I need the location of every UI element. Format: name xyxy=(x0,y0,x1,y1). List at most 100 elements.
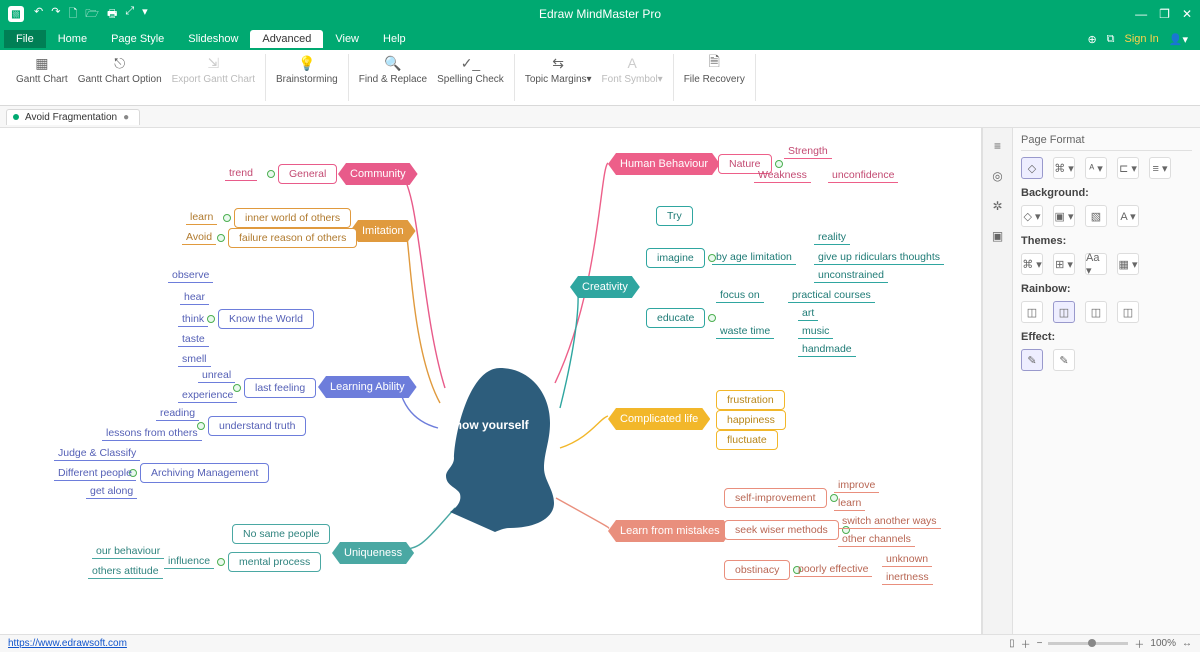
close-window-button[interactable]: ✕ xyxy=(1182,7,1192,21)
fit-page-button[interactable]: ↔ xyxy=(1182,638,1192,649)
central-topic[interactable]: Know yourself xyxy=(430,363,560,533)
node-unreal[interactable]: unreal xyxy=(198,368,235,383)
branch-uniqueness[interactable]: Uniqueness xyxy=(332,542,414,564)
zoom-in-button[interactable]: ＋ xyxy=(1134,636,1144,651)
node-focus-on[interactable]: focus on xyxy=(716,288,764,303)
node-taste[interactable]: taste xyxy=(178,332,209,347)
node-unknown[interactable]: unknown xyxy=(882,552,932,567)
share-icon[interactable]: ⊕ xyxy=(1087,33,1096,46)
node-seek-wiser[interactable]: seek wiser methods xyxy=(724,520,839,540)
node-last-feeling[interactable]: last feeling xyxy=(244,378,316,398)
gantt-chart-button[interactable]: ▦Gantt Chart xyxy=(16,54,68,101)
panel-layout-icon[interactable]: ⌘ ▾ xyxy=(1053,157,1075,179)
minimize-button[interactable]: — xyxy=(1135,7,1147,21)
node-fail-reason[interactable]: failure reason of others xyxy=(228,228,357,248)
find-replace-button[interactable]: 🔍Find & Replace xyxy=(359,54,427,101)
node-no-same-people[interactable]: No same people xyxy=(232,524,330,544)
branch-community[interactable]: Community xyxy=(338,163,418,185)
qat-fit[interactable]: ⤢ xyxy=(125,5,134,24)
branch-complicated-life[interactable]: Complicated life xyxy=(608,408,710,430)
node-reality[interactable]: reality xyxy=(814,230,850,245)
node-by-age[interactable]: by age limitation xyxy=(712,250,796,265)
add-page-icon[interactable]: ＋ xyxy=(1021,636,1031,651)
qat-print[interactable]: 🖶 xyxy=(107,5,117,24)
node-self-improvement[interactable]: self-improvement xyxy=(724,488,827,508)
node-general[interactable]: General xyxy=(278,164,337,184)
node-music[interactable]: music xyxy=(798,324,833,339)
zoom-slider[interactable] xyxy=(1048,642,1128,645)
panel-theme-icon[interactable]: ◇ xyxy=(1021,157,1043,179)
effect-1-button[interactable]: ✎ xyxy=(1021,349,1043,371)
panel-font-icon[interactable]: ᴬ ▾ xyxy=(1085,157,1107,179)
node-happiness[interactable]: happiness xyxy=(716,410,786,430)
node-unconfidence[interactable]: unconfidence xyxy=(828,168,898,183)
theme-color-button[interactable]: ▦ ▾ xyxy=(1117,253,1139,275)
rainbow-1-button[interactable]: ◫ xyxy=(1021,301,1043,323)
spelling-button[interactable]: ✓_Spelling Check xyxy=(437,54,504,101)
qat-more[interactable]: ▾ xyxy=(142,5,148,24)
node-weakness[interactable]: Weakness xyxy=(754,168,811,183)
panel-list-icon[interactable]: ≡ ▾ xyxy=(1149,157,1171,179)
rainbow-3-button[interactable]: ◫ xyxy=(1085,301,1107,323)
node-hear[interactable]: hear xyxy=(180,290,209,305)
node-our-behaviour[interactable]: our behaviour xyxy=(92,544,164,559)
node-handmade[interactable]: handmade xyxy=(798,342,856,357)
node-lessons-others[interactable]: lessons from others xyxy=(102,426,202,441)
qat-undo[interactable]: ↶ xyxy=(34,5,43,24)
tab-home[interactable]: Home xyxy=(46,30,99,48)
tab-slideshow[interactable]: Slideshow xyxy=(176,30,250,48)
rail-outline-icon[interactable]: ≡ xyxy=(988,136,1008,156)
qat-new[interactable]: 🗋 xyxy=(68,5,77,24)
zoom-out-button[interactable]: − xyxy=(1037,638,1043,649)
rail-target-icon[interactable]: ◎ xyxy=(988,166,1008,186)
node-unconstrained[interactable]: unconstrained xyxy=(814,268,888,283)
node-inner-world[interactable]: inner world of others xyxy=(234,208,351,228)
account-menu-icon[interactable]: 👤▾ xyxy=(1169,33,1188,46)
node-influence[interactable]: influence xyxy=(164,554,214,569)
node-trend[interactable]: trend xyxy=(225,166,257,181)
gantt-option-button[interactable]: ⎋Gantt Chart Option xyxy=(78,54,162,101)
panel-connector-icon[interactable]: ⊏ ▾ xyxy=(1117,157,1139,179)
node-judge-classify[interactable]: Judge & Classify xyxy=(54,446,140,461)
tab-help[interactable]: Help xyxy=(371,30,418,48)
branch-learning[interactable]: Learning Ability xyxy=(318,376,417,398)
node-imagine[interactable]: imagine xyxy=(646,248,705,268)
tab-file[interactable]: File xyxy=(4,30,46,48)
sign-in-link[interactable]: Sign In xyxy=(1125,33,1159,45)
tab-advanced[interactable]: Advanced xyxy=(250,30,323,48)
link-icon[interactable]: ⧉ xyxy=(1107,33,1115,46)
node-smell[interactable]: smell xyxy=(178,352,211,367)
node-archiving[interactable]: Archiving Management xyxy=(140,463,269,483)
bg-image-button[interactable]: ▣ ▾ xyxy=(1053,205,1075,227)
node-art[interactable]: art xyxy=(798,306,818,321)
node-get-along[interactable]: get along xyxy=(86,484,137,499)
node-poorly-effective[interactable]: poorly effective xyxy=(794,562,872,577)
node-avoid[interactable]: Avoid xyxy=(182,230,216,245)
branch-imitation[interactable]: Imitation xyxy=(350,220,416,242)
maximize-button[interactable]: ❐ xyxy=(1159,7,1170,21)
bg-fill-button[interactable]: ◇ ▾ xyxy=(1021,205,1043,227)
node-inertness[interactable]: inertness xyxy=(882,570,933,585)
rainbow-2-button[interactable]: ◫ xyxy=(1053,301,1075,323)
node-practical[interactable]: practical courses xyxy=(788,288,875,303)
node-giveup[interactable]: give up ridiculars thoughts xyxy=(814,250,944,265)
status-url-link[interactable]: https://www.edrawsoft.com xyxy=(8,638,127,649)
node-obstinacy[interactable]: obstinacy xyxy=(724,560,790,580)
branch-human-behaviour[interactable]: Human Behaviour xyxy=(608,153,720,175)
node-educate[interactable]: educate xyxy=(646,308,705,328)
node-other-channels[interactable]: other channels xyxy=(838,532,915,547)
node-know-world[interactable]: Know the World xyxy=(218,309,314,329)
page-nav-icon[interactable]: ▯ xyxy=(1009,638,1015,649)
bg-pattern-button[interactable]: ▧ xyxy=(1085,205,1107,227)
theme-2-button[interactable]: ⊞ ▾ xyxy=(1053,253,1075,275)
node-others-attitude[interactable]: others attitude xyxy=(88,564,163,579)
topic-margins-button[interactable]: ⇆Topic Margins▾ xyxy=(525,54,592,101)
brainstorming-button[interactable]: 💡Brainstorming xyxy=(276,54,338,101)
branch-learn-from-mistakes[interactable]: Learn from mistakes xyxy=(608,520,732,542)
branch-creativity[interactable]: Creativity xyxy=(570,276,640,298)
rainbow-4-button[interactable]: ◫ xyxy=(1117,301,1139,323)
file-recovery-button[interactable]: 🗎File Recovery xyxy=(684,54,745,101)
node-improve[interactable]: improve xyxy=(834,478,879,493)
node-experience[interactable]: experience xyxy=(178,388,237,403)
theme-font-button[interactable]: Aa ▾ xyxy=(1085,253,1107,275)
